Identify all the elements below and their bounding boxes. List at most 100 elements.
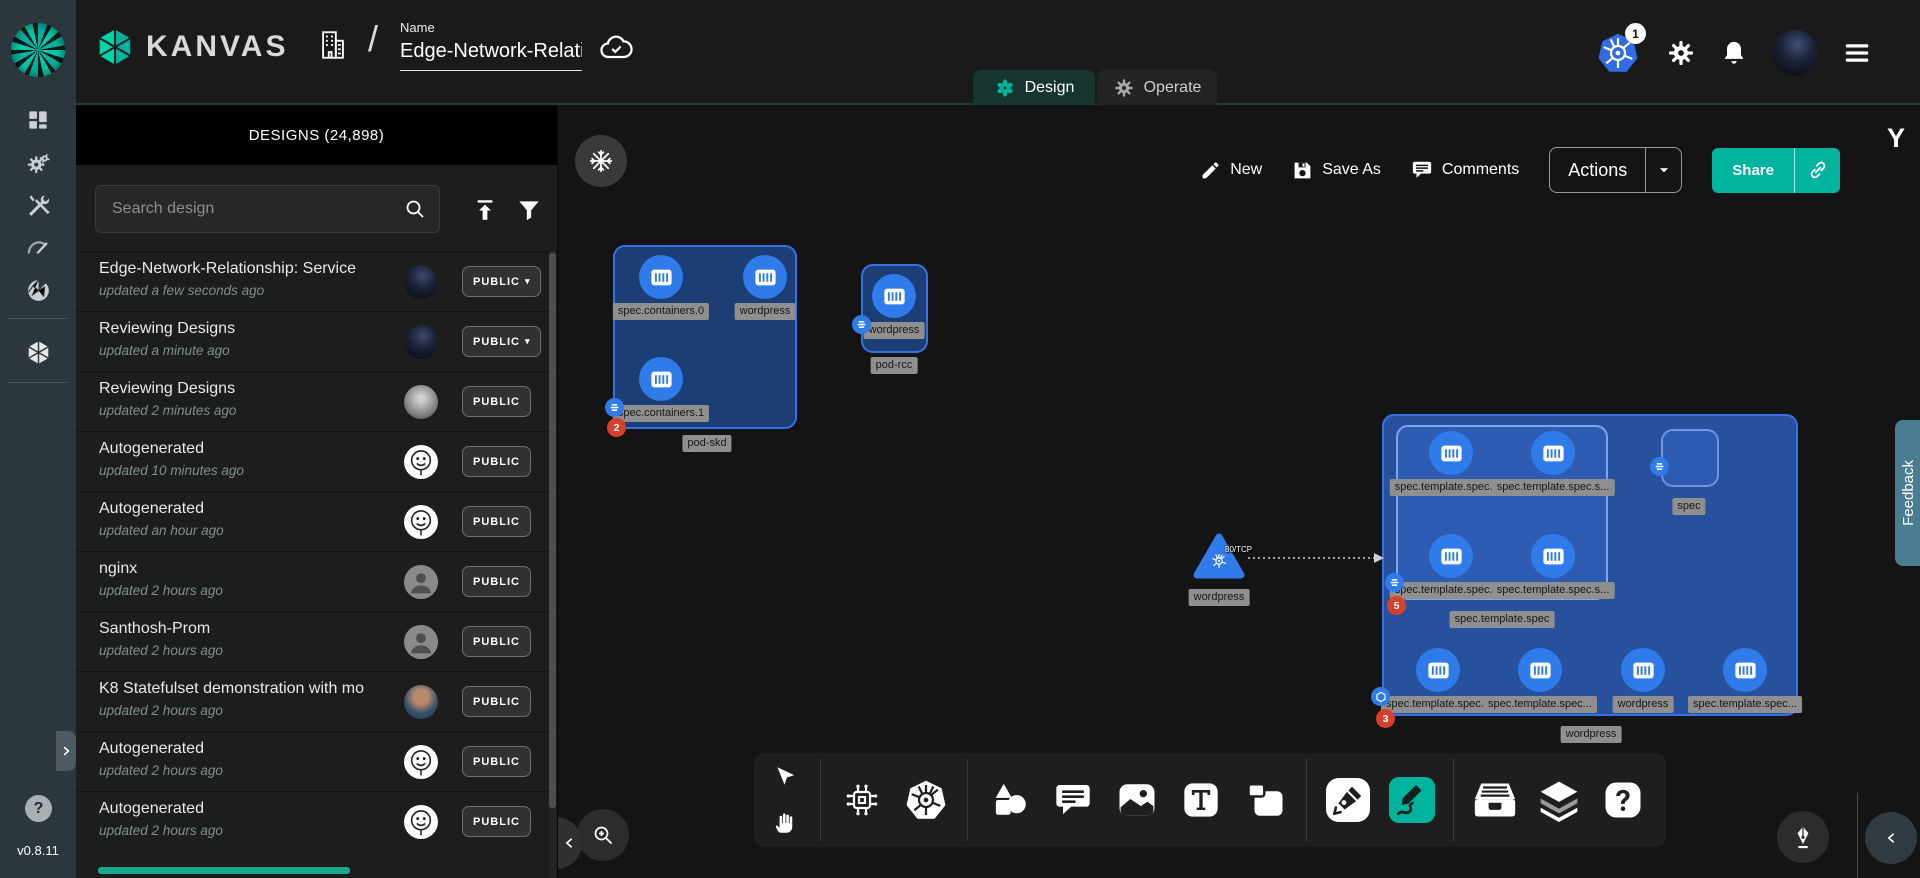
help-button[interactable]: ? [25, 795, 52, 822]
tab-design[interactable]: Design [973, 70, 1095, 105]
node-container[interactable] [1531, 534, 1575, 578]
design-list-item[interactable]: nginxupdated 2 hours agoPUBLIC [76, 551, 557, 611]
node-container[interactable] [1518, 648, 1562, 692]
pod-badge[interactable] [605, 398, 624, 417]
pod-badge[interactable] [1650, 457, 1669, 476]
organization-icon[interactable] [316, 28, 350, 62]
search-input[interactable] [112, 200, 403, 218]
tab-operate[interactable]: Operate [1097, 70, 1217, 105]
design-list-item[interactable]: Edge-Network-Relationship: Serviceupdate… [76, 251, 557, 311]
zoom-button[interactable] [577, 809, 629, 861]
network-edge[interactable] [1248, 551, 1386, 565]
visibility-badge[interactable]: PUBLIC [462, 746, 531, 777]
visibility-badge[interactable]: PUBLIC▾ [462, 326, 541, 357]
error-count-badge[interactable]: 3 [1376, 709, 1395, 728]
actions-label[interactable]: Actions [1550, 148, 1645, 192]
nav-item-configuration[interactable] [0, 185, 76, 225]
share-split-button[interactable]: Share [1712, 148, 1840, 193]
tool-pen-tool[interactable] [1325, 777, 1371, 823]
pod-badge[interactable] [1385, 573, 1404, 592]
nav-item-dashboard[interactable] [0, 100, 76, 140]
layer5-logo[interactable] [11, 23, 65, 77]
tool-text[interactable] [1178, 777, 1224, 823]
import-design-icon[interactable] [472, 197, 498, 223]
visibility-badge[interactable]: PUBLIC [462, 386, 531, 417]
actions-split-button[interactable]: Actions [1549, 147, 1682, 193]
designs-scrollbar[interactable] [549, 251, 556, 878]
design-list-item[interactable]: K8 Statefulset demonstration with moupda… [76, 671, 557, 731]
tool-help[interactable] [1600, 777, 1646, 823]
kubernetes-context-button[interactable]: 1 [1596, 31, 1642, 75]
design-list-item[interactable]: Santhosh-Promupdated 2 hours agoPUBLIC [76, 611, 557, 671]
notifications-bell-icon[interactable] [1720, 39, 1748, 67]
design-list-item[interactable]: Reviewing Designsupdated a minute agoPUB… [76, 311, 557, 371]
design-list-item[interactable]: Autogeneratedupdated 2 hours agoPUBLIC [76, 791, 557, 851]
visibility-badge[interactable]: PUBLIC [462, 446, 531, 477]
node-container[interactable] [1416, 648, 1460, 692]
save-as-button[interactable]: Save As [1292, 160, 1381, 181]
pod-badge[interactable] [852, 315, 871, 334]
group-spec.template.spec[interactable] [1396, 425, 1608, 600]
nav-item-lifecycle[interactable] [0, 143, 76, 183]
copy-link-icon[interactable] [1794, 148, 1840, 193]
design-name-field[interactable]: Name Edge-Network-Relatio [400, 20, 582, 71]
error-count-badge[interactable]: 5 [1387, 596, 1406, 615]
visibility-badge[interactable]: PUBLIC [462, 566, 531, 597]
node-container[interactable] [1621, 648, 1665, 692]
tool-frame[interactable] [1242, 777, 1288, 823]
nav-item-performance[interactable] [0, 227, 76, 267]
tool-cursor[interactable] [768, 760, 802, 794]
tool-freehand[interactable] [1389, 777, 1435, 823]
menu-hamburger-icon[interactable] [1842, 38, 1872, 68]
scrollbar-thumb[interactable] [549, 253, 556, 808]
user-avatar[interactable] [1772, 30, 1818, 76]
visibility-badge[interactable]: PUBLIC [462, 626, 531, 657]
visibility-badge[interactable]: PUBLIC [462, 806, 531, 837]
design-list-item[interactable]: Autogeneratedupdated 10 minutes agoPUBLI… [76, 431, 557, 491]
tool-hand[interactable] [768, 806, 802, 840]
node-service-wordpress[interactable] [1193, 533, 1245, 585]
design-name-value[interactable]: Edge-Network-Relatio [400, 40, 582, 71]
feedback-tab[interactable]: Feedback [1895, 420, 1920, 566]
filter-icon[interactable] [516, 197, 542, 223]
node-container[interactable] [1723, 648, 1767, 692]
y-icon[interactable]: Y [1876, 123, 1916, 154]
tool-component[interactable] [839, 777, 885, 823]
node-container[interactable] [1531, 431, 1575, 475]
comments-button[interactable]: Comments [1411, 159, 1519, 181]
design-list-item[interactable]: Autogeneratedupdated 2 hours agoPUBLIC [76, 731, 557, 791]
node-container[interactable] [1429, 431, 1473, 475]
tool-kubernetes[interactable] [903, 777, 949, 823]
node-container[interactable] [639, 255, 683, 299]
new-button[interactable]: New [1200, 160, 1262, 181]
search-box[interactable] [95, 185, 440, 233]
expand-nav-button[interactable] [56, 731, 76, 771]
actions-caret[interactable] [1645, 148, 1681, 192]
node-container[interactable] [872, 274, 916, 318]
share-label[interactable]: Share [1712, 148, 1794, 193]
visibility-badge[interactable]: PUBLIC [462, 686, 531, 717]
brand-logo[interactable]: KANVAS [94, 26, 288, 68]
tool-shapes[interactable] [986, 777, 1032, 823]
design-list-item[interactable]: Reviewing Designsupdated 2 minutes agoPU… [76, 371, 557, 431]
service-badge[interactable] [1371, 687, 1390, 706]
error-count-badge[interactable]: 2 [607, 418, 626, 437]
tool-drawer[interactable] [1472, 777, 1518, 823]
visibility-badge[interactable]: PUBLIC▾ [462, 266, 541, 297]
node-spec[interactable] [1661, 429, 1719, 487]
visibility-badge[interactable]: PUBLIC [462, 506, 531, 537]
node-container[interactable] [1429, 534, 1473, 578]
nav-item-kanvas[interactable] [0, 332, 76, 372]
design-list-item[interactable]: Autogeneratedupdated an hour agoPUBLIC [76, 491, 557, 551]
canvas-origin-button[interactable] [575, 135, 627, 187]
design-canvas[interactable]: New Save As Co [557, 105, 1920, 878]
tool-image[interactable] [1114, 777, 1160, 823]
collapse-right-button[interactable] [1865, 812, 1917, 864]
pen-button[interactable] [1777, 811, 1829, 863]
tool-layers[interactable] [1536, 777, 1582, 823]
nav-item-extensions[interactable] [0, 270, 76, 310]
settings-gear-icon[interactable] [1666, 38, 1696, 68]
node-container[interactable] [743, 255, 787, 299]
node-container[interactable] [639, 357, 683, 401]
tool-comment[interactable] [1050, 777, 1096, 823]
